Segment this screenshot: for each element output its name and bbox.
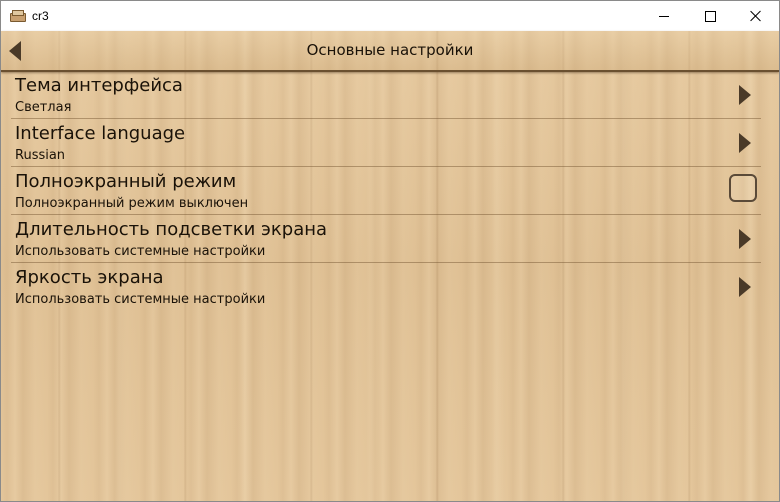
chevron-right-icon <box>739 229 751 249</box>
setting-title: Interface language <box>15 123 186 144</box>
setting-item-interface-language[interactable]: Interface language Russian <box>11 119 761 167</box>
books-icon <box>9 8 26 24</box>
chevron-right-icon <box>739 85 751 105</box>
back-button[interactable] <box>7 40 25 62</box>
setting-item-screen-brightness[interactable]: Яркость экрана Использовать системные на… <box>11 263 761 310</box>
setting-value: Использовать системные настройки <box>15 244 266 259</box>
title-bar[interactable]: cr3 <box>1 1 779 31</box>
setting-value: Russian <box>15 148 66 163</box>
fullscreen-checkbox[interactable] <box>729 174 757 202</box>
minimize-icon <box>659 16 669 17</box>
close-icon <box>750 10 762 22</box>
settings-header: Основные настройки <box>1 31 779 72</box>
minimize-button[interactable] <box>641 1 687 31</box>
back-arrow-icon <box>9 41 21 61</box>
window-controls <box>641 1 779 31</box>
setting-value: Полноэкранный режим выключен <box>15 196 249 211</box>
window-title: cr3 <box>32 9 49 23</box>
setting-item-backlight-duration[interactable]: Длительность подсветки экрана Использова… <box>11 215 761 263</box>
setting-item-interface-theme[interactable]: Тема интерфейса Светлая <box>11 71 761 119</box>
page-title: Основные настройки <box>306 41 474 59</box>
setting-title: Тема интерфейса <box>15 75 183 96</box>
close-button[interactable] <box>733 1 779 31</box>
app-window: cr3 Основные настройки Тема интерфейса С… <box>0 0 780 502</box>
setting-title: Полноэкранный режим <box>15 171 237 192</box>
maximize-icon <box>705 11 716 22</box>
setting-item-fullscreen[interactable]: Полноэкранный режим Полноэкранный режим … <box>11 167 761 215</box>
setting-title: Яркость экрана <box>15 267 164 288</box>
setting-value: Использовать системные настройки <box>15 292 266 307</box>
setting-title: Длительность подсветки экрана <box>15 219 328 240</box>
chevron-right-icon <box>739 277 751 297</box>
chevron-right-icon <box>739 133 751 153</box>
maximize-button[interactable] <box>687 1 733 31</box>
setting-value: Светлая <box>15 100 72 115</box>
settings-list: Тема интерфейса Светлая Interface langua… <box>11 71 761 310</box>
client-area: Основные настройки Тема интерфейса Светл… <box>1 31 779 501</box>
